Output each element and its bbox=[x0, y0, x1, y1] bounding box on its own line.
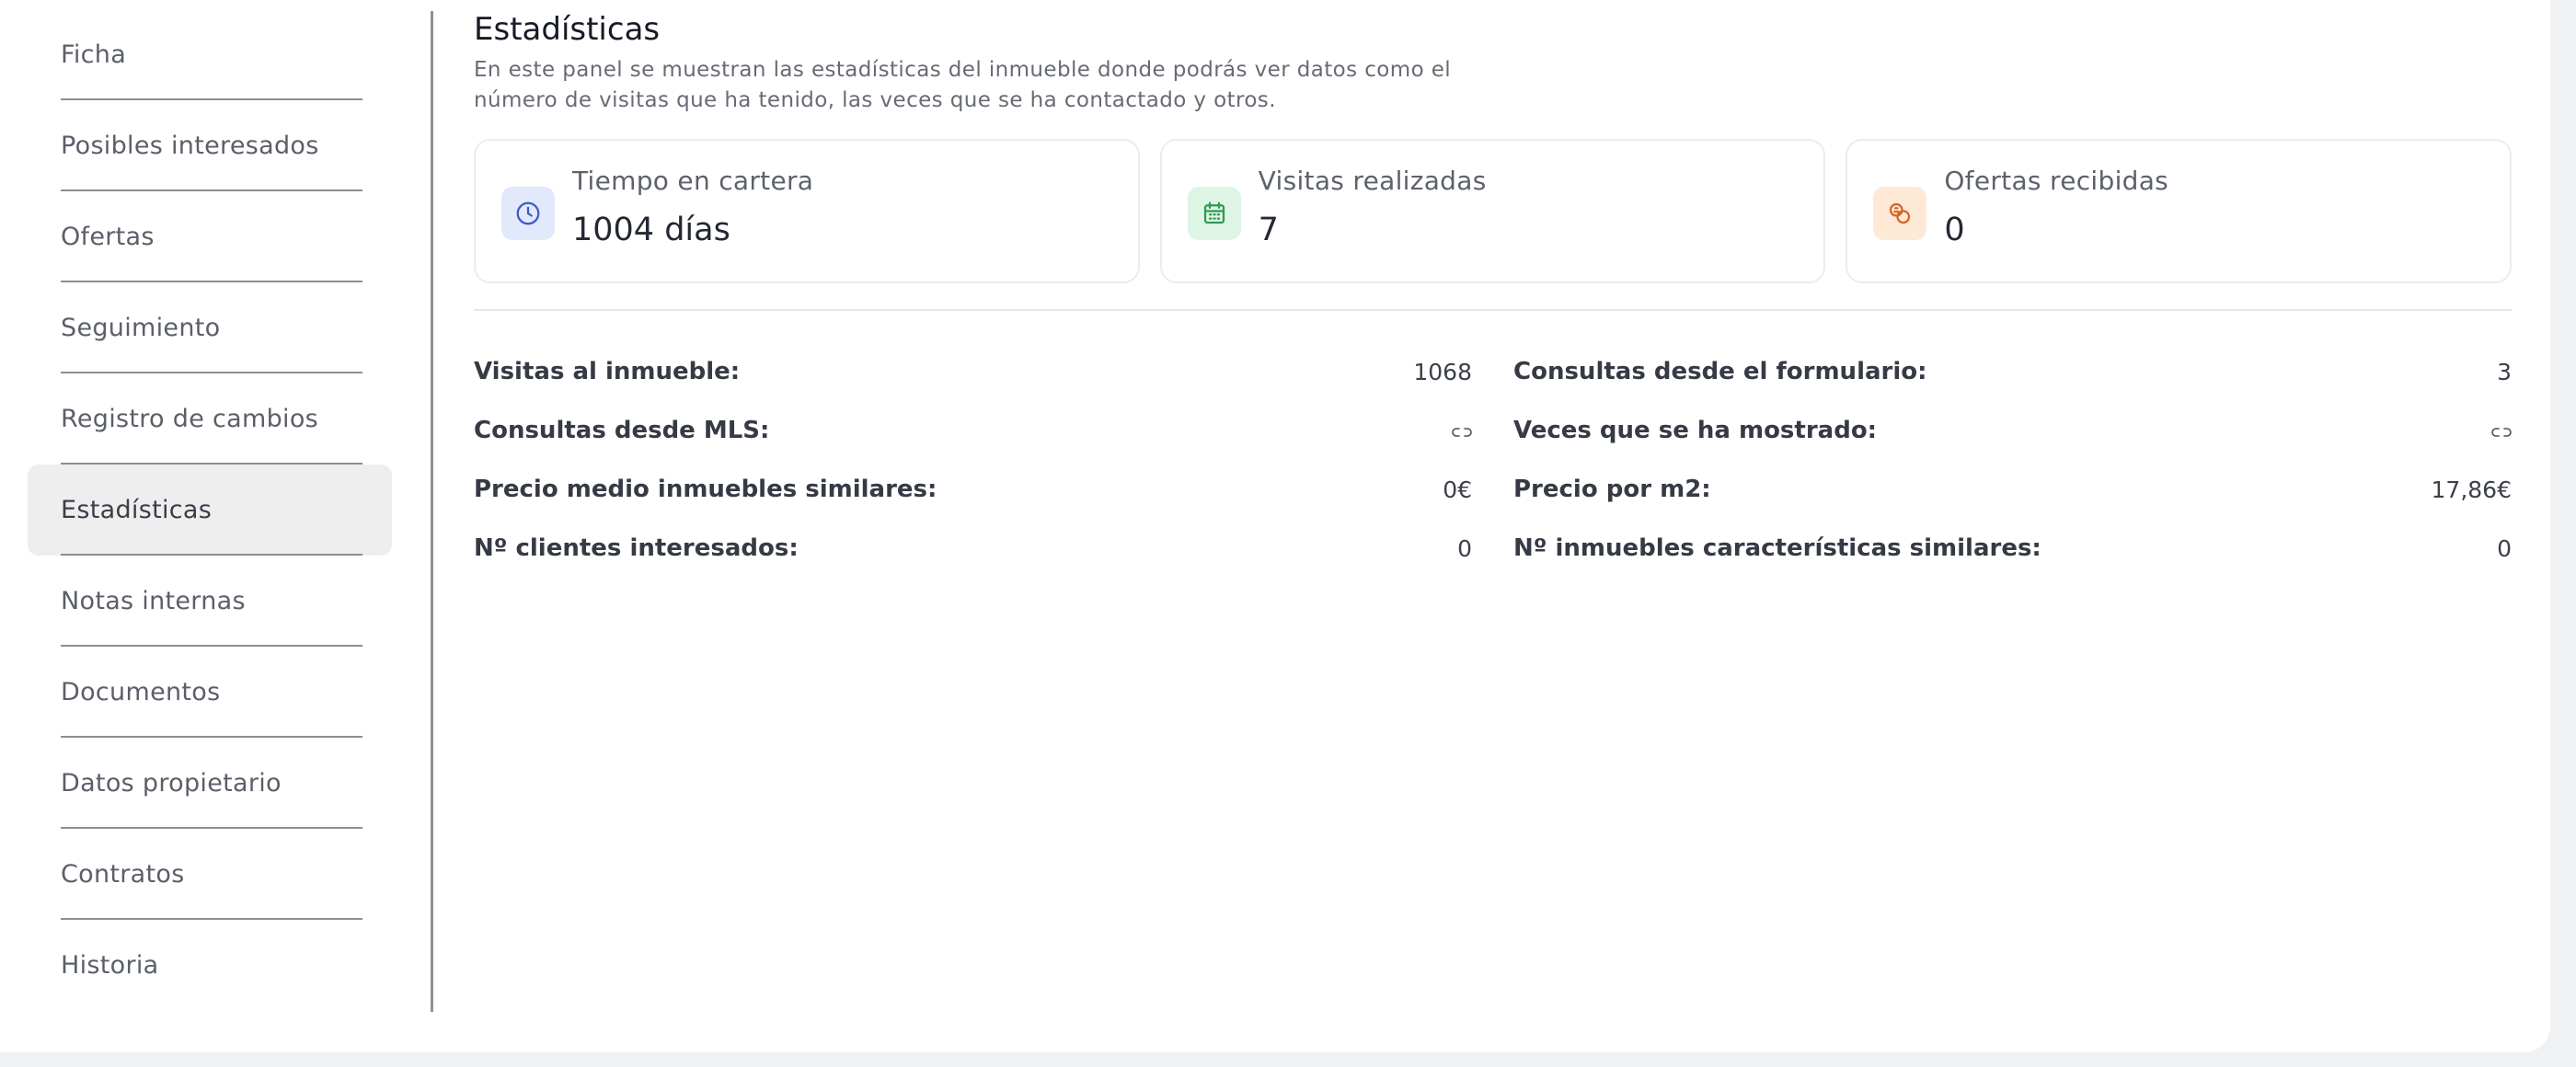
sidebar-item-label: Posibles interesados bbox=[61, 132, 319, 160]
sidebar-item-label: Registro de cambios bbox=[61, 405, 319, 433]
detail-value: 3 bbox=[2497, 358, 2512, 385]
coins-icon bbox=[1873, 187, 1927, 240]
sidebar-item-label: Notas internas bbox=[61, 587, 246, 615]
page-title: Estadísticas bbox=[474, 11, 661, 48]
detail-value: 17,86€ bbox=[2431, 476, 2512, 503]
detail-label: Visitas al inmueble: bbox=[474, 358, 741, 385]
sidebar-item-label: Ofertas bbox=[61, 223, 155, 251]
stat-cards: Tiempo en cartera 1004 días Visitas real… bbox=[474, 139, 2513, 283]
detail-value: 0 bbox=[1457, 534, 1472, 562]
details-grid: Visitas al inmueble: 1068 Consultas desd… bbox=[474, 355, 2512, 565]
sidebar-item-label: Datos propietario bbox=[61, 769, 282, 797]
detail-precio-m2: Precio por m2: 17,86€ bbox=[1513, 473, 2512, 506]
clock-icon bbox=[501, 187, 555, 240]
detail-inmuebles-similares: Nº inmuebles características similares: … bbox=[1513, 532, 2512, 565]
detail-label: Consultas desde el formulario: bbox=[1513, 358, 1927, 385]
detail-veces-mostrado: Veces que se ha mostrado: bbox=[1513, 414, 2512, 447]
content-card: Ficha Posibles interesados Ofertas Segui… bbox=[0, 0, 2550, 1052]
detail-label: Precio por m2: bbox=[1513, 476, 1711, 503]
sidebar-item-label: Contratos bbox=[61, 860, 185, 889]
detail-label: Veces que se ha mostrado: bbox=[1513, 417, 1878, 444]
sidebar-item-ficha[interactable]: Ficha bbox=[28, 9, 392, 100]
stat-value: 1004 días bbox=[572, 212, 730, 248]
stat-card-ofertas-recibidas: Ofertas recibidas 0 bbox=[1846, 139, 2513, 283]
stat-card-visitas-realizadas: Visitas realizadas 7 bbox=[1159, 139, 1826, 283]
sidebar-item-historia[interactable]: Historia bbox=[28, 920, 392, 1011]
detail-value: 0 bbox=[2497, 534, 2512, 562]
stat-card-tiempo-cartera: Tiempo en cartera 1004 días bbox=[474, 139, 1140, 283]
section-divider bbox=[474, 309, 2512, 311]
sidebar-item-ofertas[interactable]: Ofertas bbox=[28, 191, 392, 282]
sidebar-item-registro-cambios[interactable]: Registro de cambios bbox=[28, 373, 392, 465]
sidebar-item-label: Estadísticas bbox=[61, 496, 213, 524]
detail-precio-medio: Precio medio inmuebles similares: 0€ bbox=[474, 473, 1472, 506]
sidebar-item-label: Historia bbox=[61, 951, 159, 980]
description-line: En este panel se muestran las estadístic… bbox=[474, 58, 1452, 82]
detail-consultas-formulario: Consultas desde el formulario: 3 bbox=[1513, 355, 2512, 388]
detail-label: Nº inmuebles características similares: bbox=[1513, 534, 2041, 562]
sidebar-item-label: Documentos bbox=[61, 678, 221, 706]
stat-value: 0 bbox=[1944, 212, 1965, 248]
sidebar-item-datos-propietario[interactable]: Datos propietario bbox=[28, 738, 392, 829]
stat-label: Ofertas recibidas bbox=[1944, 166, 2169, 196]
sidebar-nav: Ficha Posibles interesados Ofertas Segui… bbox=[28, 9, 392, 1011]
page-description: En este panel se muestran las estadístic… bbox=[474, 55, 1504, 116]
detail-value: 1068 bbox=[1413, 358, 1472, 385]
detail-label: Consultas desde MLS: bbox=[474, 417, 770, 444]
sidebar-item-seguimiento[interactable]: Seguimiento bbox=[28, 282, 392, 373]
link-icon[interactable] bbox=[2491, 418, 2512, 444]
calendar-icon bbox=[1187, 187, 1241, 240]
sidebar-item-notas-internas[interactable]: Notas internas bbox=[28, 556, 392, 647]
sidebar-item-label: Seguimiento bbox=[61, 314, 221, 342]
description-line: número de visitas que ha tenido, las vec… bbox=[474, 88, 1276, 112]
link-icon[interactable] bbox=[1452, 418, 1472, 444]
detail-clientes-interesados: Nº clientes interesados: 0 bbox=[474, 532, 1472, 565]
stat-value: 7 bbox=[1258, 212, 1279, 248]
stat-label: Tiempo en cartera bbox=[572, 166, 814, 196]
detail-visitas-inmueble: Visitas al inmueble: 1068 bbox=[474, 355, 1472, 388]
detail-value: 0€ bbox=[1443, 476, 1472, 503]
sidebar-item-documentos[interactable]: Documentos bbox=[28, 647, 392, 738]
vertical-divider bbox=[431, 11, 433, 1012]
stat-label: Visitas realizadas bbox=[1258, 166, 1487, 196]
detail-consultas-mls: Consultas desde MLS: bbox=[474, 414, 1472, 447]
detail-label: Nº clientes interesados: bbox=[474, 534, 799, 562]
sidebar-item-posibles-interesados[interactable]: Posibles interesados bbox=[28, 100, 392, 191]
sidebar-item-contratos[interactable]: Contratos bbox=[28, 829, 392, 920]
detail-label: Precio medio inmuebles similares: bbox=[474, 476, 937, 503]
sidebar-item-estadisticas[interactable]: Estadísticas bbox=[28, 465, 392, 556]
sidebar-item-label: Ficha bbox=[61, 40, 127, 69]
